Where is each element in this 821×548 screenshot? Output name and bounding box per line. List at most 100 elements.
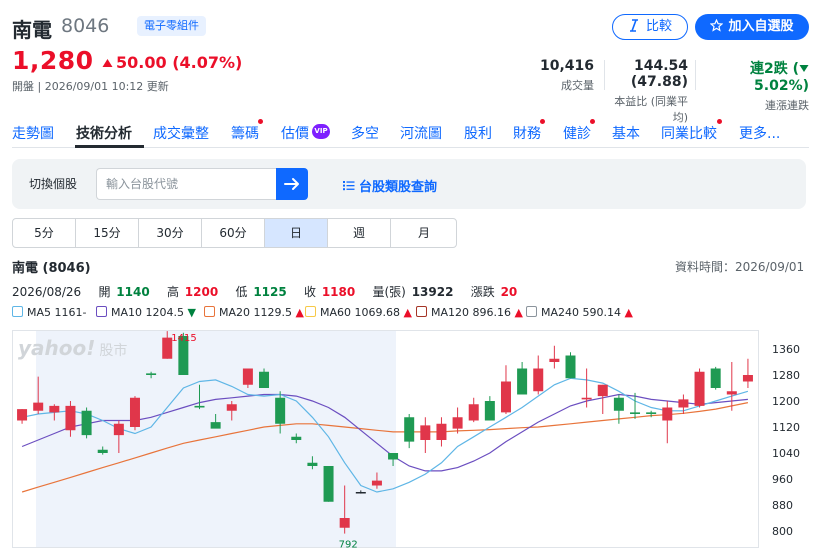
candle-body: [742, 375, 753, 382]
tab-peer-compare[interactable]: 同業比較: [661, 123, 717, 143]
ma-legend-item[interactable]: MA20 1129.5 ▲: [204, 306, 304, 319]
ma-trend: ▲: [295, 306, 304, 319]
ma-legend-item[interactable]: MA60 1069.68 ▲: [305, 306, 412, 319]
candle: [694, 368, 705, 408]
candle-body: [452, 417, 463, 429]
compare-button[interactable]: 比較: [612, 14, 688, 40]
star-icon: [710, 18, 724, 32]
add-watchlist-button[interactable]: 加入自選股: [695, 14, 809, 40]
tab-more[interactable]: 更多...: [739, 123, 780, 143]
candle-body: [17, 409, 28, 421]
sector-badge[interactable]: 電子零組件: [137, 16, 206, 36]
stock-switch-panel: 切換個股 台股類股查詢: [12, 159, 806, 209]
ma-legend: MA5 1161- MA10 1204.5 ▼ MA20 1129.5 ▲ MA…: [12, 306, 809, 322]
candle-body: [710, 368, 721, 388]
ma-legend-item[interactable]: MA5 1161-: [12, 306, 87, 319]
pe-stat: 144.54 (47.88) 本益比 (同業平均): [606, 58, 688, 125]
market-status: 開盤 | 2026/09/01 10:12 更新: [12, 80, 169, 93]
candle-body: [194, 405, 205, 408]
y-tick-label: 880: [772, 499, 793, 512]
candle-body: [65, 405, 76, 431]
ma-legend-item[interactable]: MA240 590.14 ▲: [526, 306, 633, 319]
period-month[interactable]: 月: [391, 219, 456, 247]
tab-river-chart[interactable]: 河流圖: [400, 123, 442, 143]
tab-bull-bear[interactable]: 多空: [351, 123, 379, 143]
tab-basics[interactable]: 基本: [612, 123, 640, 143]
candlestick-chart[interactable]: 1360 1280 1200 1120 1040 960 880 800 1415 792 ya…: [12, 330, 809, 548]
streak-pct: 5.02%): [754, 78, 809, 94]
y-tick-label: 1360: [772, 343, 800, 356]
candle-body: [436, 423, 447, 440]
nav-tabs: 走勢圖 技術分析 成交彙整 籌碼 估價 VIP 多空 河流圖 股利 財務 健診 …: [12, 119, 809, 148]
price-change: 50.00 (4.07%): [102, 53, 242, 72]
yahoo-watermark: yahoo! 股市: [18, 336, 127, 360]
checkbox-icon: [96, 306, 107, 317]
candle-body: [484, 401, 495, 421]
candle-body: [259, 371, 270, 388]
candle-body: [371, 480, 382, 486]
tab-transactions[interactable]: 成交彙整: [153, 123, 209, 143]
tab-financials[interactable]: 財務: [513, 123, 541, 143]
list-icon: [343, 181, 355, 191]
candle-body: [307, 462, 318, 466]
y-tick-label: 960: [772, 473, 793, 486]
candle-body: [500, 381, 511, 413]
candle-body: [404, 417, 415, 442]
period-5min[interactable]: 5分: [13, 219, 76, 247]
search-submit-button[interactable]: [276, 168, 308, 200]
candle-body: [339, 518, 350, 528]
change-value: 20: [500, 285, 518, 299]
low-label: 低: [235, 285, 248, 299]
stock-code-input[interactable]: [96, 168, 276, 200]
close-label: 收: [303, 285, 316, 299]
tab-technical[interactable]: 技術分析: [76, 123, 132, 143]
tab-health-check[interactable]: 健診: [563, 123, 591, 143]
ma-legend-item[interactable]: MA10 1204.5 ▼: [96, 306, 196, 319]
period-30min[interactable]: 30分: [139, 219, 202, 247]
y-tick-label: 800: [772, 525, 793, 538]
ma-legend-item[interactable]: MA120 896.16 ▲: [416, 306, 523, 319]
new-dot-indicator: [258, 119, 263, 124]
candle: [81, 407, 92, 439]
chart-highlight-range: [36, 330, 396, 548]
period-day[interactable]: 日: [265, 219, 328, 247]
candle-body: [242, 368, 253, 385]
ma-value: 590.14: [582, 306, 622, 319]
compare-label: 比較: [645, 19, 672, 34]
period-week[interactable]: 週: [328, 219, 391, 247]
volume-label: 量(張): [372, 285, 406, 299]
ma-name: MA240: [541, 306, 580, 319]
candle: [710, 366, 721, 390]
chart-title: 南電 (8046): [12, 261, 91, 276]
stat-divider: [604, 60, 605, 90]
stock-name: 南電: [12, 18, 52, 42]
up-triangle-icon: [102, 59, 113, 67]
tab-dividend[interactable]: 股利: [464, 123, 492, 143]
period-60min[interactable]: 60分: [202, 219, 265, 247]
candle: [565, 352, 576, 379]
tab-trend[interactable]: 走勢圖: [12, 123, 54, 143]
candle-body: [355, 492, 366, 494]
ma-name: MA5: [27, 306, 52, 319]
candle-body: [646, 412, 657, 414]
candle-body: [146, 373, 157, 375]
open-label: 開: [98, 285, 111, 299]
candle-body: [517, 368, 528, 395]
ma-trend: ▲: [624, 306, 633, 319]
period-low-label: 792: [339, 540, 358, 548]
ma-trend: ▼: [187, 306, 196, 319]
ma-trend: ▲: [514, 306, 523, 319]
category-search-link[interactable]: 台股類股查詢: [343, 176, 437, 195]
streak-label: 連漲連跌: [765, 99, 809, 112]
data-time: 資料時間：2026/09/01: [675, 260, 805, 274]
volume-value: 13922: [411, 285, 454, 299]
candle-body: [81, 410, 92, 436]
tab-chips[interactable]: 籌碼: [231, 123, 259, 143]
high-value: 1200: [184, 285, 219, 299]
y-tick-label: 1200: [772, 395, 800, 408]
period-15min[interactable]: 15分: [76, 219, 139, 247]
candle-body: [468, 404, 479, 421]
checkbox-icon: [526, 306, 537, 317]
candle-body: [129, 397, 140, 427]
tab-valuation[interactable]: 估價: [281, 123, 309, 143]
